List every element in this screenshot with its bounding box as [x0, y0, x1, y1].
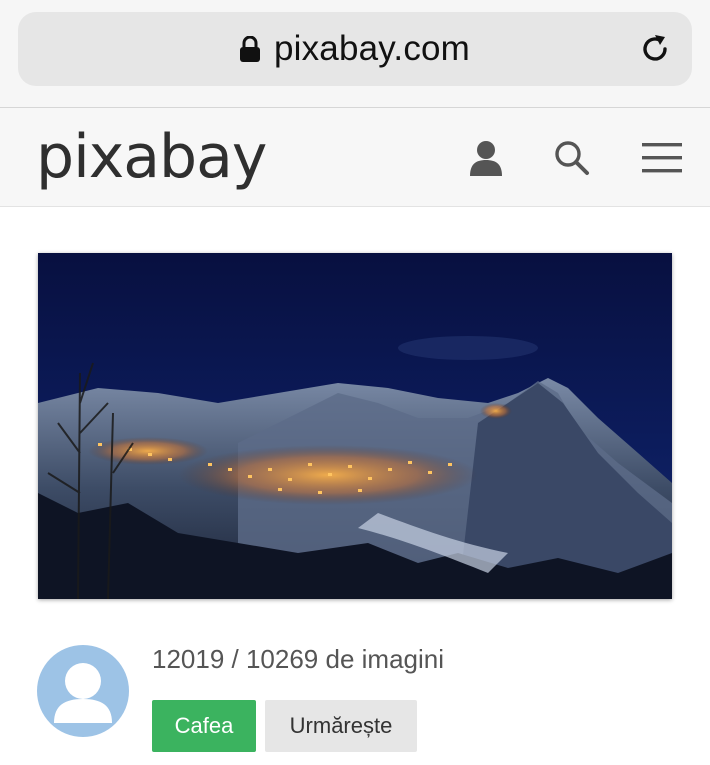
- follow-button[interactable]: Urmărește: [265, 700, 417, 752]
- url-display: pixabay.com: [18, 12, 692, 86]
- menu-icon[interactable]: [642, 138, 682, 178]
- mountain-village-photo: [38, 253, 672, 599]
- user-icon[interactable]: [466, 138, 506, 178]
- search-icon[interactable]: [552, 138, 592, 178]
- avatar[interactable]: [37, 645, 129, 737]
- pixabay-logo[interactable]: pixabay: [36, 118, 267, 196]
- coffee-button[interactable]: Cafea: [152, 700, 256, 752]
- lock-icon: [239, 36, 260, 62]
- image-count: 12019 / 10269 de imagini: [152, 644, 445, 674]
- browser-toolbar: pixabay.com: [0, 0, 710, 108]
- site-header: pixabay: [0, 108, 710, 207]
- reload-icon[interactable]: [638, 32, 672, 66]
- address-bar[interactable]: pixabay.com: [18, 12, 692, 86]
- hero-image[interactable]: [38, 253, 672, 599]
- url-text: pixabay.com: [273, 29, 471, 68]
